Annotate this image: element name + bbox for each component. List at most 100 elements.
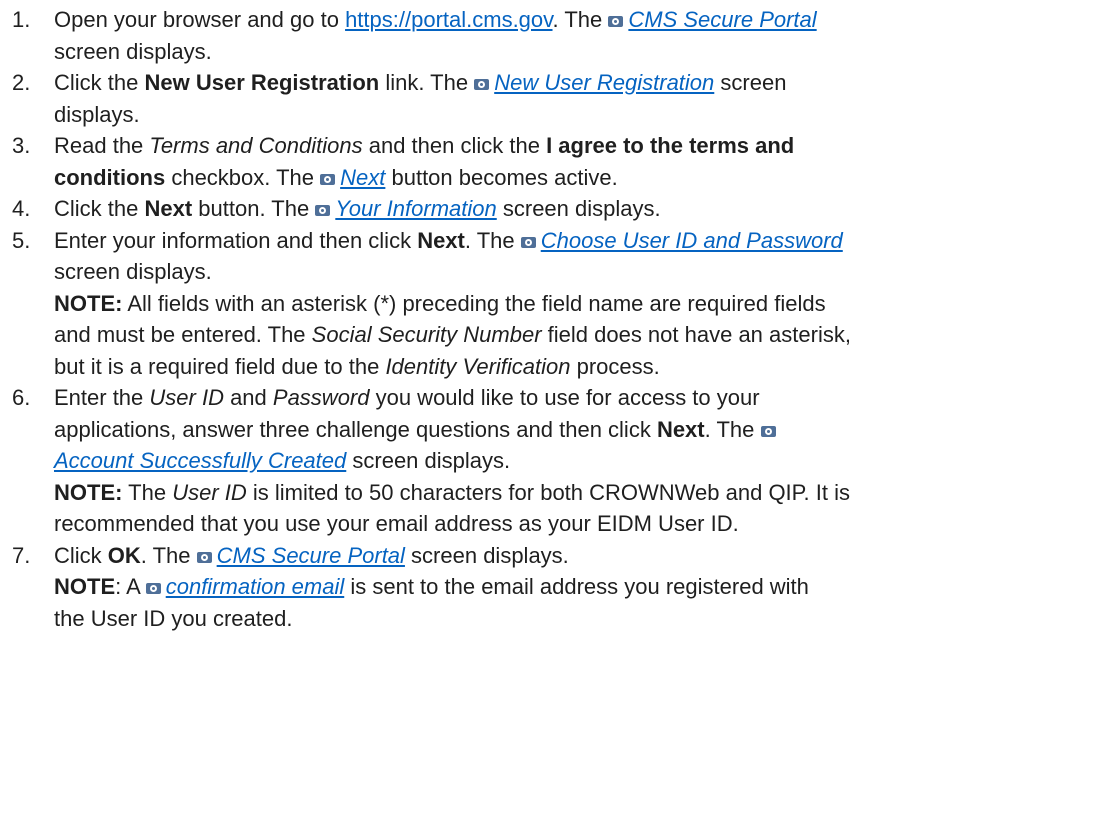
bold-text: New User Registration (144, 70, 380, 95)
text: displays. (54, 101, 140, 127)
step-1: 1. Open your browser and go to https://p… (0, 4, 1108, 67)
step-number: 4. (12, 196, 31, 221)
cms-secure-portal-link[interactable]: CMS Secure Portal (217, 543, 405, 568)
step-number: 6. (12, 385, 31, 410)
text: Read the (54, 133, 150, 158)
text: and (223, 385, 273, 410)
instructions-page: 1. Open your browser and go to https://p… (0, 0, 1108, 838)
step-line: Enter your information and then click Ne… (54, 225, 1088, 257)
step-line: screen displays. (54, 256, 1088, 288)
step-number: 7. (12, 542, 31, 568)
note-label: NOTE: (54, 290, 123, 316)
italic-text: User ID (149, 385, 224, 410)
text: . The (464, 227, 521, 253)
camera-icon[interactable] (760, 425, 776, 437)
text: Enter your information and then click (54, 227, 418, 253)
step-line: Click the New User Registration link. Th… (54, 67, 1088, 99)
italic-text: Identity Verification (385, 353, 571, 379)
your-information-link[interactable]: Your Information (335, 196, 496, 221)
italic-text: Password (272, 385, 370, 410)
cms-secure-portal-link[interactable]: CMS Secure Portal (628, 7, 816, 32)
portal-url-link[interactable]: https://portal.cms.gov (345, 7, 552, 32)
text: screen displays. (54, 259, 212, 284)
step-note-line: the User ID you created. (54, 603, 1088, 635)
step-line: Read the Terms and Conditions and then c… (54, 130, 1088, 162)
text: the User ID you created. (54, 605, 293, 631)
text: The (122, 479, 173, 505)
step-note-line: and must be entered. The Social Security… (54, 319, 1088, 351)
camera-icon[interactable] (315, 205, 331, 216)
italic-text: Terms and Conditions (149, 133, 363, 158)
step-5: 5. Enter your information and then click… (0, 225, 1108, 383)
note-label: NOTE: (54, 479, 123, 505)
step-line: screen displays. (54, 36, 1088, 68)
step-number: 5. (12, 227, 31, 253)
text: Enter the (54, 385, 150, 410)
step-2: 2. Click the New User Registration link.… (0, 67, 1108, 130)
italic-text: Social Security Number (311, 322, 542, 347)
text: is limited to 50 characters for both CRO… (246, 479, 850, 505)
step-number: 1. (12, 7, 31, 32)
text: . The (140, 542, 197, 568)
text: Click (54, 542, 108, 568)
camera-icon[interactable] (608, 16, 624, 27)
text: . The (704, 416, 755, 442)
step-line: Click OK. The CMS Secure Portal screen d… (54, 540, 1088, 572)
text: field does not have an asterisk, (541, 322, 851, 347)
text: is sent to the email address you registe… (344, 574, 809, 599)
text: Click the (54, 196, 145, 221)
step-number: 2. (12, 70, 31, 95)
text: . The (552, 7, 609, 32)
step-line: Enter the User ID and Password you would… (54, 382, 1088, 414)
text: applications, answer three challenge que… (54, 416, 657, 442)
step-6: 6. Enter the User ID and Password you wo… (0, 382, 1108, 540)
account-successfully-created-link[interactable]: Account Successfully Created (54, 448, 346, 473)
camera-icon[interactable] (320, 173, 336, 185)
text: screen displays. (54, 38, 212, 64)
text: but it is a required field due to the (54, 353, 386, 379)
step-note-line: NOTE: All fields with an asterisk (*) pr… (54, 288, 1088, 320)
text: Click the (54, 70, 145, 95)
text: checkbox. The (165, 164, 321, 190)
step-line: applications, answer three challenge que… (54, 414, 1088, 446)
step-line: Open your browser and go to https://port… (54, 4, 1088, 36)
camera-icon[interactable] (145, 583, 161, 594)
step-note-line: NOTE: The User ID is limited to 50 chara… (54, 477, 1088, 509)
camera-icon[interactable] (196, 551, 212, 563)
step-line: displays. (54, 99, 1088, 131)
step-line: conditions checkbox. The Next button bec… (54, 162, 1088, 194)
text: you would like to use for access to your (369, 385, 760, 410)
bold-text: Next (417, 227, 465, 253)
text: All fields with an asterisk (*) precedin… (122, 290, 826, 316)
text: : A (115, 574, 146, 599)
bold-text: Next (656, 416, 705, 442)
text: and must be entered. The (54, 322, 312, 347)
step-line: Click the Next button. The Your Informat… (54, 193, 1088, 225)
step-note-line: NOTE: A confirmation email is sent to th… (54, 571, 1088, 603)
step-note-line: recommended that you use your email addr… (54, 508, 1088, 540)
text: screen displays. (346, 448, 511, 473)
bold-text: I agree to the terms and (546, 133, 795, 158)
note-label: NOTE (54, 574, 116, 599)
text: screen (714, 70, 787, 95)
text: link. The (379, 70, 475, 95)
steps-list: 1. Open your browser and go to https://p… (0, 4, 1108, 634)
confirmation-email-link[interactable]: confirmation email (166, 574, 345, 599)
step-3: 3. Read the Terms and Conditions and the… (0, 130, 1108, 193)
text: screen displays. (496, 196, 661, 221)
new-user-registration-link[interactable]: New User Registration (494, 70, 714, 95)
bold-text: OK (107, 542, 141, 568)
bold-text: conditions (54, 164, 166, 190)
step-note-line: but it is a required field due to the Id… (54, 351, 1088, 383)
italic-text: User ID (172, 479, 247, 505)
camera-icon[interactable] (474, 79, 490, 90)
text: recommended that you use your email addr… (54, 511, 739, 536)
choose-user-id-and-password-link[interactable]: Choose User ID and Password (541, 228, 843, 253)
next-link[interactable]: Next (340, 165, 385, 190)
text: Open your browser and go to (54, 7, 346, 32)
step-line: Account Successfully Created screen disp… (54, 445, 1088, 477)
text: and then click the (362, 133, 547, 158)
text: button. The (192, 196, 316, 221)
camera-icon[interactable] (520, 236, 536, 248)
text: process. (570, 353, 660, 379)
